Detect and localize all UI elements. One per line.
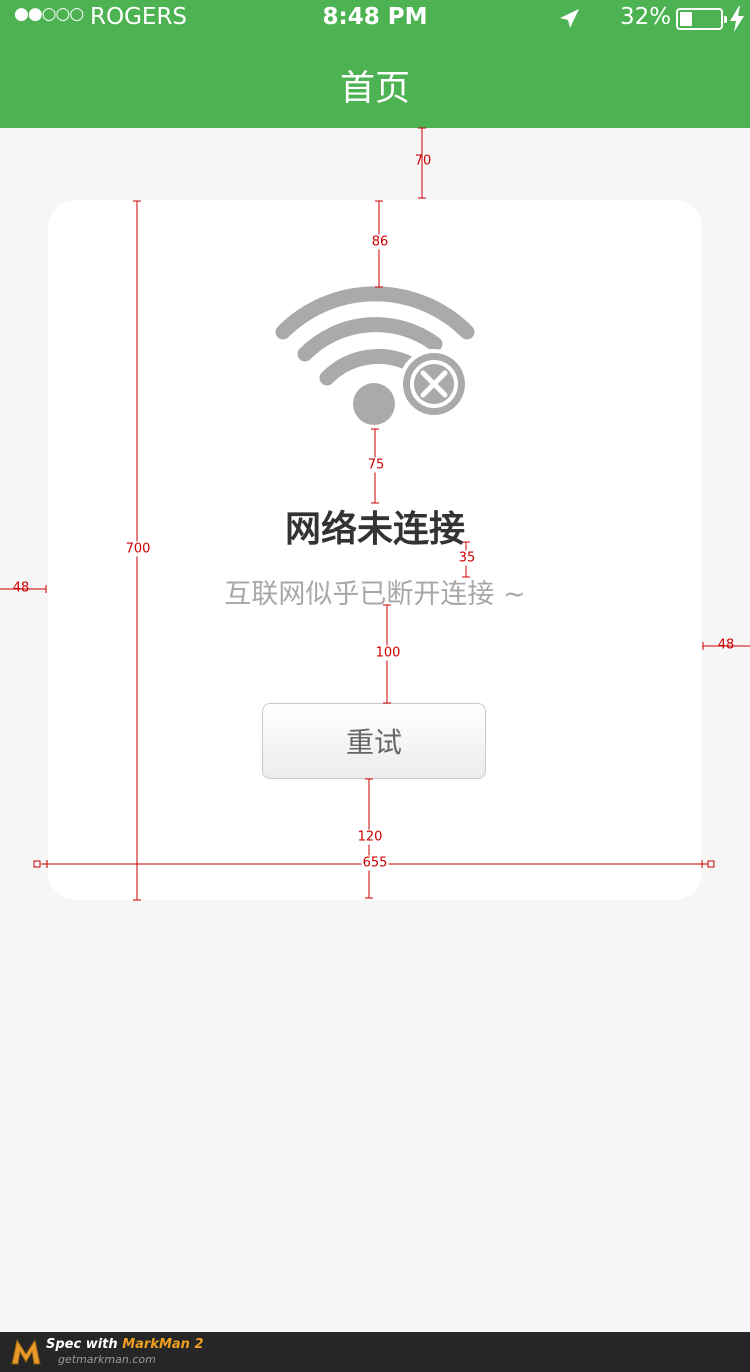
nav-title: 首页 — [339, 69, 410, 109]
footer-title: Spec with MarkMan 2 — [46, 1337, 204, 1352]
spec-top-gap: 70 — [414, 153, 432, 169]
status-bar: ●●○○○ ROGERS 8:48 PM 32% — [0, 0, 750, 36]
footer-url: getmarkman.com — [58, 1353, 156, 1366]
location-arrow-icon — [560, 9, 579, 28]
retry-button[interactable]: 重试 — [262, 703, 486, 779]
battery-icon — [676, 8, 727, 30]
charging-bolt-icon — [730, 6, 744, 32]
markman-footer: Spec with MarkMan 2 getmarkman.com — [0, 1332, 750, 1372]
spec-icon-title-gap: 75 — [366, 457, 386, 473]
spec-card-width: 655 — [361, 855, 389, 871]
battery-fill — [680, 12, 692, 26]
spec-subtitle-button-gap: 100 — [374, 645, 402, 661]
spec-button-bottom-gap: 120 — [356, 829, 384, 845]
spec-icon-gap: 86 — [370, 234, 390, 250]
spec-card-height: 700 — [124, 541, 152, 557]
spec-right-margin: 48 — [717, 637, 735, 653]
spec-left-margin: 48 — [12, 580, 30, 596]
error-subtitle: 互联网似乎已断开连接 ~ — [224, 579, 526, 610]
wifi-disconnected-icon — [275, 286, 475, 425]
footer-title-prefix: Spec with — [46, 1337, 123, 1352]
spec-title-subtitle-gap: 35 — [457, 550, 477, 566]
battery-percent: 32% — [620, 4, 672, 30]
footer-brand: MarkMan 2 — [122, 1337, 204, 1352]
markman-logo-icon — [11, 1338, 41, 1365]
app-header: ●●○○○ ROGERS 8:48 PM 32% 首页 — [0, 0, 750, 128]
